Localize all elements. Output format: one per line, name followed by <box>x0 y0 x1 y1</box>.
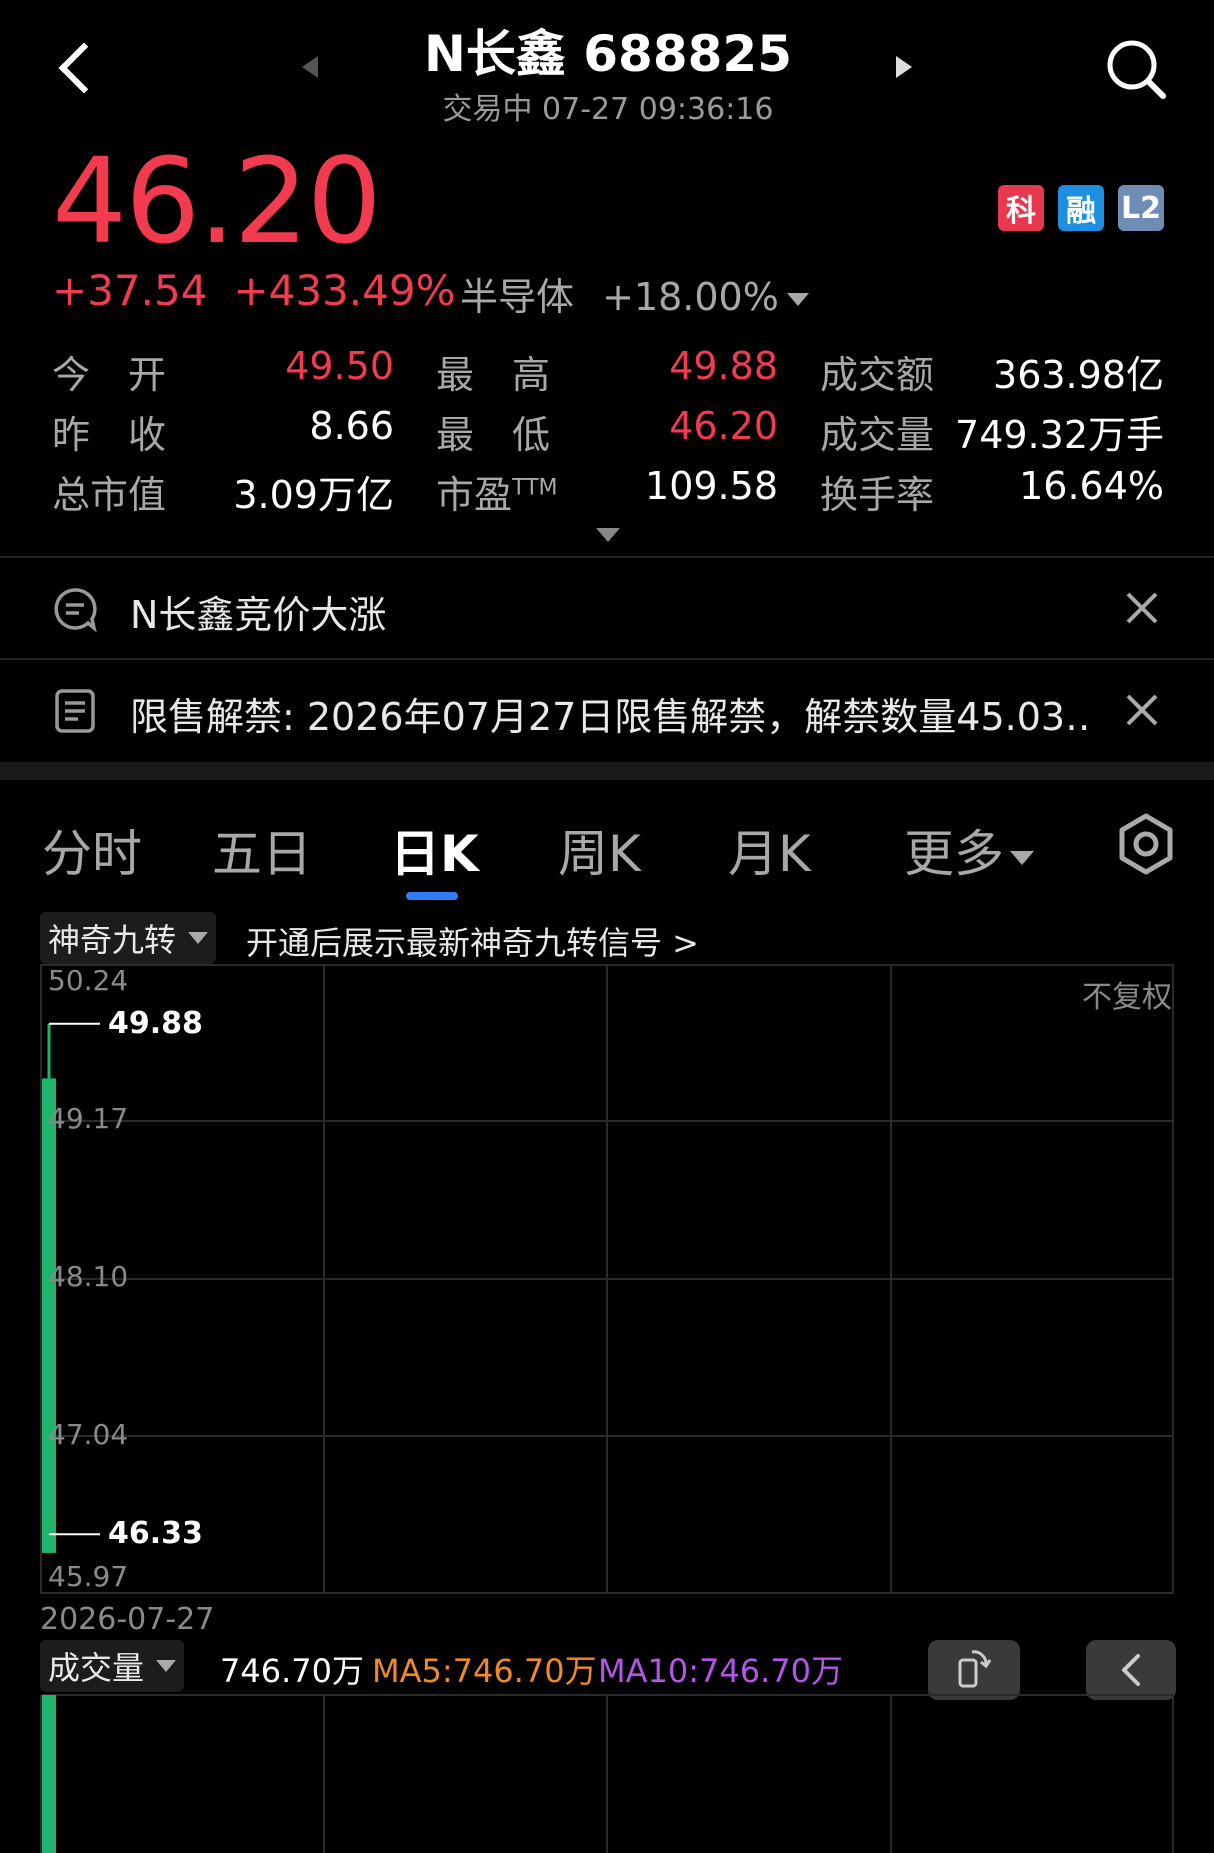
settings-icon[interactable] <box>1116 812 1176 876</box>
stock-title: N长鑫 688825 <box>424 25 792 83</box>
tab-daily-k[interactable]: 日K <box>390 814 479 886</box>
tab-more-label: 更多 <box>904 825 1004 883</box>
star-market-badge[interactable]: 科 <box>998 185 1044 231</box>
pe-label-text: 市盈 <box>436 473 513 517</box>
stats-row: 总市值 3.09万亿 市盈TTM 109.58 换手率 16.64% <box>52 464 1164 524</box>
trading-status: 交易中 07-27 09:36:16 <box>442 92 774 127</box>
search-icon[interactable] <box>1105 38 1167 100</box>
stats-row: 今 开 49.50 最 高 49.88 成交额 363.98亿 <box>52 344 1164 404</box>
tab-more[interactable]: 更多 <box>904 814 1034 886</box>
pe-label: 市盈TTM <box>436 464 558 519</box>
y-tick-label: 45.97 <box>48 1560 129 1593</box>
high-marker-label: 49.88 <box>108 1005 203 1041</box>
high-value: 49.88 <box>669 344 778 388</box>
dropdown-icon <box>188 932 209 944</box>
current-price: 46.20 <box>52 132 382 270</box>
turnover-label: 换手率 <box>820 473 935 517</box>
volume-ma10: MA10:746.70万 <box>598 1652 843 1690</box>
volume-svg <box>40 1694 1174 1853</box>
dropdown-icon <box>1010 850 1034 865</box>
tab-monthly-k[interactable]: 月K <box>728 814 811 886</box>
volume-chart[interactable] <box>40 1694 1174 1853</box>
y-tick-label: 47.04 <box>48 1418 129 1451</box>
volume-bar <box>42 1695 56 1853</box>
amount-label: 成交额 <box>820 353 935 397</box>
collapse-button[interactable] <box>1086 1640 1176 1700</box>
close-icon[interactable] <box>1122 690 1162 730</box>
rotate-icon <box>958 1650 992 1688</box>
sector-name: 半导体 <box>460 275 575 319</box>
change-amount: +37.54 <box>52 266 208 315</box>
stats-grid: 今 开 49.50 最 高 49.88 成交额 363.98亿 昨 收 8.66… <box>52 344 1164 524</box>
notice-item[interactable]: N长鑫竞价大涨 <box>0 558 1214 658</box>
indicator-name: 神奇九转 <box>48 921 177 959</box>
tab-intraday[interactable]: 分时 <box>42 814 142 886</box>
high-label: 最 高 <box>436 353 551 397</box>
volume-header: 成交量 746.70万 MA5:746.70万 MA10:746.70万 <box>0 1640 1214 1700</box>
tab-weekly-k[interactable]: 周K <box>558 814 641 886</box>
low-label: 最 低 <box>436 413 551 457</box>
candlestick-chart[interactable]: 50.24 49.17 48.10 47.04 45.97 不复权 49.88 … <box>40 964 1174 1594</box>
candle-body <box>42 1078 56 1553</box>
low-marker-label: 46.33 <box>108 1516 203 1552</box>
pe-value: 109.58 <box>645 464 778 508</box>
adjust-mode-label[interactable]: 不复权 <box>1082 972 1172 1016</box>
comment-icon <box>54 588 97 632</box>
back-icon[interactable] <box>58 40 98 96</box>
volume-indicator-name: 成交量 <box>48 1649 145 1687</box>
notice-text: 限售解禁: 2026年07月27日限售解禁，解禁数量45.03… <box>130 695 1090 739</box>
volume-label: 成交量 <box>820 413 935 457</box>
tab-five-day[interactable]: 五日 <box>212 814 312 886</box>
x-date-label: 2026-07-27 <box>40 1602 215 1637</box>
mcap-value: 3.09万亿 <box>233 473 394 517</box>
sector-link[interactable]: 半导体 +18.00% <box>460 266 809 321</box>
dropdown-icon <box>156 1660 177 1672</box>
stats-row: 昨 收 8.66 最 低 46.20 成交量 749.32万手 <box>52 404 1164 464</box>
active-tab-indicator <box>406 892 458 900</box>
previous-stock-icon[interactable] <box>302 56 318 78</box>
level2-badge[interactable]: L2 <box>1118 185 1164 231</box>
badges: 科 融 L2 <box>998 185 1164 231</box>
prev-close-value: 8.66 <box>309 404 394 448</box>
mcap-label: 总市值 <box>52 473 167 517</box>
section-separator <box>0 762 1214 780</box>
expand-stats-icon[interactable] <box>596 528 620 542</box>
indicator-promo-link[interactable]: 开通后展示最新神奇九转信号 > <box>246 918 699 964</box>
header: N长鑫 688825 交易中 07-27 09:36:16 <box>0 0 1214 130</box>
y-tick-label: 50.24 <box>48 964 129 997</box>
volume-value: 746.70万 <box>220 1652 364 1690</box>
prev-close-label: 昨 收 <box>52 413 167 457</box>
price-change: +37.54 +433.49% <box>52 266 482 315</box>
notice-text: N长鑫竞价大涨 <box>130 593 387 637</box>
volume-indicator-selector[interactable]: 成交量 <box>40 1640 185 1692</box>
close-icon[interactable] <box>1122 588 1162 628</box>
sector-change: +18.00% <box>602 275 779 319</box>
volume-grid <box>40 1694 1174 1853</box>
y-tick-label: 49.17 <box>48 1102 129 1135</box>
chart-grid <box>40 964 1174 1594</box>
amount-value: 363.98亿 <box>993 353 1164 397</box>
open-label: 今 开 <box>52 353 167 397</box>
volume-ma5: MA5:746.70万 <box>372 1652 597 1690</box>
chevron-left-icon <box>1122 1654 1140 1686</box>
indicator-selector[interactable]: 神奇九转 <box>40 912 217 964</box>
notice-item[interactable]: 限售解禁: 2026年07月27日限售解禁，解禁数量45.03… <box>0 660 1214 760</box>
pe-ttm-label: TTM <box>512 475 558 501</box>
document-icon <box>55 689 95 733</box>
margin-badge[interactable]: 融 <box>1058 185 1104 231</box>
volume-value: 749.32万手 <box>955 413 1164 457</box>
turnover-value: 16.64% <box>1019 464 1164 508</box>
open-value: 49.50 <box>285 344 394 388</box>
next-stock-icon[interactable] <box>896 56 912 78</box>
y-tick-label: 48.10 <box>48 1260 129 1293</box>
candlestick-svg <box>40 964 1174 1594</box>
sector-dropdown-icon <box>786 293 809 306</box>
rotate-button[interactable] <box>928 1640 1020 1700</box>
chart-tabs: 分时 五日 日K 周K 月K 更多 <box>0 800 1214 910</box>
low-value: 46.20 <box>669 404 778 448</box>
change-percent: +433.49% <box>233 266 456 315</box>
